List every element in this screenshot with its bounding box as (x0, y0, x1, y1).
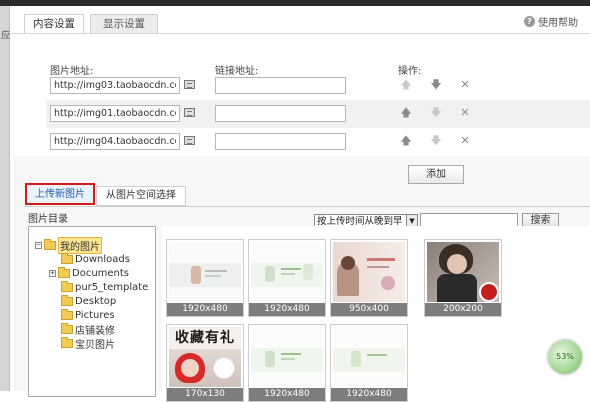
image-size-caption: 1920x480 (249, 388, 325, 401)
image-thumbnail[interactable]: 1920x480 (330, 324, 408, 402)
thumbnail-image (251, 327, 323, 387)
image-row: 🡅 🡇 ✕ (46, 128, 590, 156)
image-row: 🡅 🡇 ✕ (46, 100, 590, 128)
folder-icon (61, 309, 73, 320)
move-down-icon[interactable]: 🡇 (429, 106, 443, 120)
image-size-caption: 170x130 (167, 388, 243, 401)
image-picker-icon[interactable] (184, 108, 195, 117)
left-strip-text: 应 (1, 31, 11, 41)
tree-node-label: 宝贝图片 (75, 340, 115, 351)
settings-panel: 内容设置 显示设置 ? 使用帮助 图片地址: 链接地址: 操作: 🡅 🡇 ✕ 🡅… (10, 6, 590, 402)
tree-node-label: Desktop (75, 296, 117, 307)
image-picker-icon[interactable] (184, 136, 195, 145)
image-size-caption: 1920x480 (331, 388, 407, 401)
image-size-caption: 200x200 (425, 303, 501, 316)
floating-progress-widget[interactable]: 53% (548, 340, 582, 374)
tab-upload-new-image[interactable]: 上传新图片 (25, 183, 95, 205)
tree-node-my-images[interactable]: − 我的图片 (35, 237, 102, 254)
thumbnail-image: 收藏有礼 (169, 327, 241, 387)
folder-icon (44, 239, 56, 250)
thumbnail-image (333, 327, 405, 387)
tree-node-shop-decor[interactable]: 店铺装修 (61, 323, 115, 337)
folder-icon (58, 267, 70, 278)
expand-icon[interactable]: + (49, 270, 56, 277)
image-url-input[interactable] (50, 77, 180, 94)
move-down-icon[interactable]: 🡇 (429, 78, 443, 92)
delete-icon[interactable]: ✕ (458, 106, 472, 120)
tree-node-desktop[interactable]: Desktop (61, 295, 116, 308)
tab-display-settings[interactable]: 显示设置 (90, 14, 158, 34)
directory-tree: − 我的图片 Downloads + Documents pur5_templa… (28, 226, 156, 397)
move-down-icon[interactable]: 🡇 (429, 134, 443, 148)
move-up-icon[interactable]: 🡅 (399, 106, 413, 120)
link-url-input[interactable] (215, 133, 346, 150)
tree-node-item-images[interactable]: 宝贝图片 (61, 337, 115, 351)
delete-icon[interactable]: ✕ (458, 134, 472, 148)
tree-node-label: Documents (72, 268, 130, 279)
image-size-caption: 1920x480 (167, 303, 243, 316)
image-row: 🡅 🡇 ✕ (46, 72, 590, 100)
link-url-input[interactable] (215, 105, 346, 122)
help-link[interactable]: ? 使用帮助 (524, 14, 578, 29)
tree-node-label: Pictures (75, 310, 115, 321)
thumbnail-image (333, 242, 405, 302)
tab-content-settings[interactable]: 内容设置 (24, 14, 84, 34)
move-up-icon[interactable]: 🡅 (399, 134, 413, 148)
tree-node-label: 我的图片 (58, 237, 102, 254)
image-size-caption: 950x400 (331, 303, 407, 316)
image-grid: 1920x480 1920x480 950x400 200x200 收藏有礼 1… (162, 226, 590, 402)
link-url-input[interactable] (215, 77, 346, 94)
image-directory-label: 图片目录 (28, 214, 68, 225)
collapse-icon[interactable]: − (35, 242, 42, 249)
thumbnail-image (169, 242, 241, 302)
move-up-icon[interactable]: 🡅 (399, 78, 413, 92)
image-thumbnail[interactable]: 1920x480 (248, 324, 326, 402)
image-thumbnail[interactable]: 1920x480 (248, 239, 326, 317)
banner-text: 收藏有礼 (169, 327, 241, 349)
left-edge-strip: 应 (0, 6, 10, 391)
tree-node-label: 店铺装修 (75, 326, 115, 337)
folder-icon (61, 295, 73, 306)
help-icon: ? (524, 16, 535, 27)
thumbnail-image (427, 242, 499, 302)
folder-icon (61, 337, 73, 348)
help-label: 使用帮助 (538, 18, 578, 29)
tree-node-label: Downloads (75, 254, 130, 265)
thumbnail-image (251, 242, 323, 302)
image-thumbnail[interactable]: 200x200 (424, 239, 502, 317)
image-thumbnail[interactable]: 收藏有礼 170x130 (166, 324, 244, 402)
delete-icon[interactable]: ✕ (458, 78, 472, 92)
tree-node-downloads[interactable]: Downloads (61, 253, 130, 266)
tree-node-documents[interactable]: + Documents (49, 267, 129, 280)
add-button[interactable]: 添加 (408, 165, 464, 184)
folder-icon (61, 281, 73, 292)
tabs-divider (10, 33, 590, 34)
tree-node-label: pur5_template (75, 282, 149, 293)
image-size-caption: 1920x480 (249, 303, 325, 316)
subtabs-divider (24, 206, 590, 207)
image-thumbnail[interactable]: 950x400 (330, 239, 408, 317)
folder-icon (61, 323, 73, 334)
tree-node-pur5-template[interactable]: pur5_template (61, 281, 148, 294)
tree-node-pictures[interactable]: Pictures (61, 309, 115, 322)
image-thumbnail[interactable]: 1920x480 (166, 239, 244, 317)
image-url-input[interactable] (50, 133, 180, 150)
image-picker-icon[interactable] (184, 80, 195, 89)
image-url-input[interactable] (50, 105, 180, 122)
folder-icon (61, 253, 73, 264)
tab-select-from-image-space[interactable]: 从图片空间选择 (96, 186, 186, 206)
